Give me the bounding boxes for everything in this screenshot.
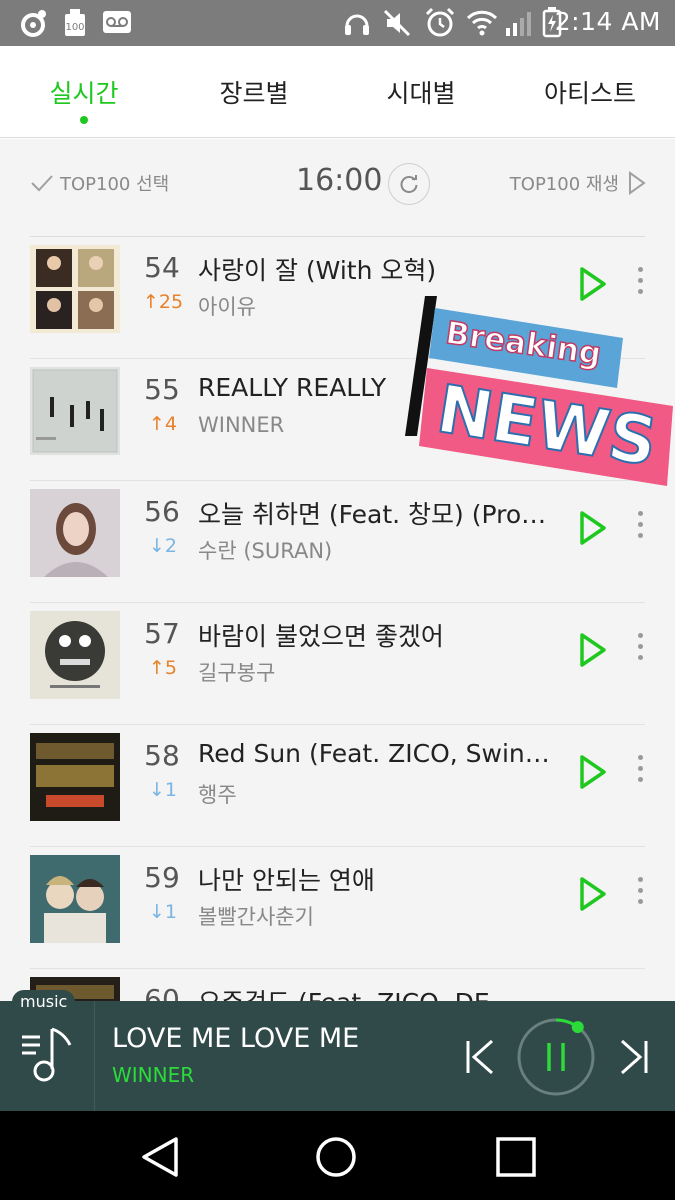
wifi-icon (466, 10, 498, 36)
select-top100-button[interactable]: TOP100 선택 (30, 170, 169, 196)
status-bar: 100 2:14 AM (0, 0, 675, 46)
album-cover (30, 367, 120, 455)
song-artist: 볼빨간사춘기 (198, 905, 314, 929)
alarm-icon (425, 7, 455, 37)
checkmark-icon (31, 175, 53, 192)
song-artist: WINNER (198, 413, 285, 437)
home-icon[interactable] (314, 1135, 358, 1179)
song-rank: 56 (144, 495, 180, 528)
song-artist: 아이유 (198, 295, 256, 319)
pause-button[interactable] (516, 1017, 596, 1097)
play-icon[interactable] (578, 631, 608, 669)
play-top100-label: TOP100 재생 (509, 174, 619, 195)
now-playing-artist: WINNER (112, 1063, 195, 1087)
song-title: 나만 안되는 연애 (198, 866, 375, 895)
play-icon[interactable] (578, 265, 608, 303)
song-row-56[interactable]: 56 ↓2 오늘 취하면 (Feat. 창모) (Prod. SUGA) 수란 … (30, 481, 645, 603)
song-rank: 57 (144, 617, 180, 650)
tab-realtime[interactable]: 실시간 (20, 46, 148, 138)
play-outline-icon (629, 171, 646, 195)
screen: 100 2:14 AM 실시간 장르별 시대별 아티스트 TOP100 선택 1… (0, 0, 675, 1200)
song-artist: 행주 (198, 783, 237, 807)
song-artist: 길구봉구 (198, 661, 276, 685)
refresh-icon (400, 175, 418, 194)
song-title: 오늘 취하면 (Feat. 창모) (Prod. SUGA) (198, 500, 558, 529)
playlist-menu-icon[interactable] (18, 1025, 78, 1085)
song-row-54[interactable]: 54 ↑25 사랑이 잘 (With 오혁) 아이유 (30, 237, 645, 359)
song-row-55[interactable]: 55 ↑4 REALLY REALLY WINNER (30, 359, 645, 481)
rank-change: ↑4 (148, 413, 177, 435)
song-row-60[interactable]: 60 오주겄드 (Feat. ZICO, DE (30, 969, 645, 1001)
play-icon[interactable] (578, 753, 608, 791)
song-title: 바람이 불었으면 좋겠어 (198, 622, 444, 651)
more-options-icon[interactable] (634, 267, 646, 303)
song-rank: 59 (144, 861, 180, 894)
more-options-icon[interactable] (634, 877, 646, 913)
song-rank: 58 (144, 739, 180, 772)
song-row-59[interactable]: 59 ↓1 나만 안되는 연애 볼빨간사춘기 (30, 847, 645, 969)
song-title: 오주겄드 (Feat. ZICO, DE (198, 983, 558, 1001)
select-top100-label: TOP100 선택 (60, 174, 170, 195)
rank-change: ↓1 (148, 779, 177, 801)
mini-player: LOVE ME LOVE ME WINNER (0, 1001, 675, 1111)
song-title: 사랑이 잘 (With 오혁) (198, 256, 437, 285)
rank-change: ↑25 (142, 291, 184, 313)
active-tab-indicator (80, 116, 88, 124)
song-title: REALLY REALLY (198, 373, 387, 402)
tab-genre[interactable]: 장르별 (190, 46, 318, 138)
song-row-57[interactable]: 57 ↑5 바람이 불었으면 좋겠어 길구봉구 (30, 603, 645, 725)
album-cover (30, 733, 120, 821)
svg-text:100: 100 (65, 22, 84, 33)
more-options-icon[interactable] (634, 633, 646, 669)
signal-icon (506, 12, 531, 36)
chart-list-area: TOP100 선택 16:00 TOP100 재생 54 ↑25 사랑이 잘 (… (0, 139, 675, 1001)
rank-change: ↓2 (148, 535, 177, 557)
storage-100-icon: 100 (65, 9, 85, 36)
chart-tabs: 실시간 장르별 시대별 아티스트 (0, 46, 675, 138)
song-artist: 수란 (SURAN) (198, 539, 333, 563)
player-divider (94, 1001, 95, 1111)
voicemail-icon (103, 11, 131, 33)
tab-artist[interactable]: 아티스트 (526, 46, 654, 138)
more-options-icon[interactable] (634, 755, 646, 791)
play-top100-button[interactable]: TOP100 재생 (510, 170, 647, 196)
chart-controls: TOP100 선택 16:00 TOP100 재생 (0, 139, 675, 235)
music-tag: music (12, 990, 76, 1014)
next-track-icon[interactable] (616, 1037, 652, 1077)
song-rank: 55 (144, 373, 180, 406)
song-list: 54 ↑25 사랑이 잘 (With 오혁) 아이유 55 ↑4 REALLY … (30, 236, 645, 1001)
more-options-icon[interactable] (634, 511, 646, 547)
clock-time: 2:14 AM (554, 7, 661, 36)
playback-progress-dot (571, 1021, 584, 1034)
app-badge-icon (21, 10, 46, 37)
play-icon[interactable] (578, 875, 608, 913)
rank-change: ↑5 (148, 657, 177, 679)
mute-icon (383, 9, 411, 37)
play-icon[interactable] (578, 509, 608, 547)
song-row-58[interactable]: 58 ↓1 Red Sun (Feat. ZICO, Swings) 행주 (30, 725, 645, 847)
album-cover (30, 245, 120, 333)
previous-track-icon[interactable] (462, 1037, 498, 1077)
album-cover (30, 611, 120, 699)
navigation-bar (0, 1111, 675, 1200)
tab-era[interactable]: 시대별 (357, 46, 485, 138)
refresh-button[interactable] (388, 163, 430, 205)
song-rank: 60 (144, 983, 180, 1001)
album-cover (30, 855, 120, 943)
chart-time: 16:00 (296, 163, 383, 198)
headset-icon (345, 14, 369, 35)
back-icon[interactable] (138, 1135, 182, 1179)
album-cover (30, 489, 120, 577)
song-rank: 54 (144, 251, 180, 284)
song-title: Red Sun (Feat. ZICO, Swings) (198, 739, 558, 768)
now-playing-title: LOVE ME LOVE ME (112, 1023, 360, 1054)
rank-change: ↓1 (148, 901, 177, 923)
recent-apps-icon[interactable] (494, 1135, 538, 1179)
